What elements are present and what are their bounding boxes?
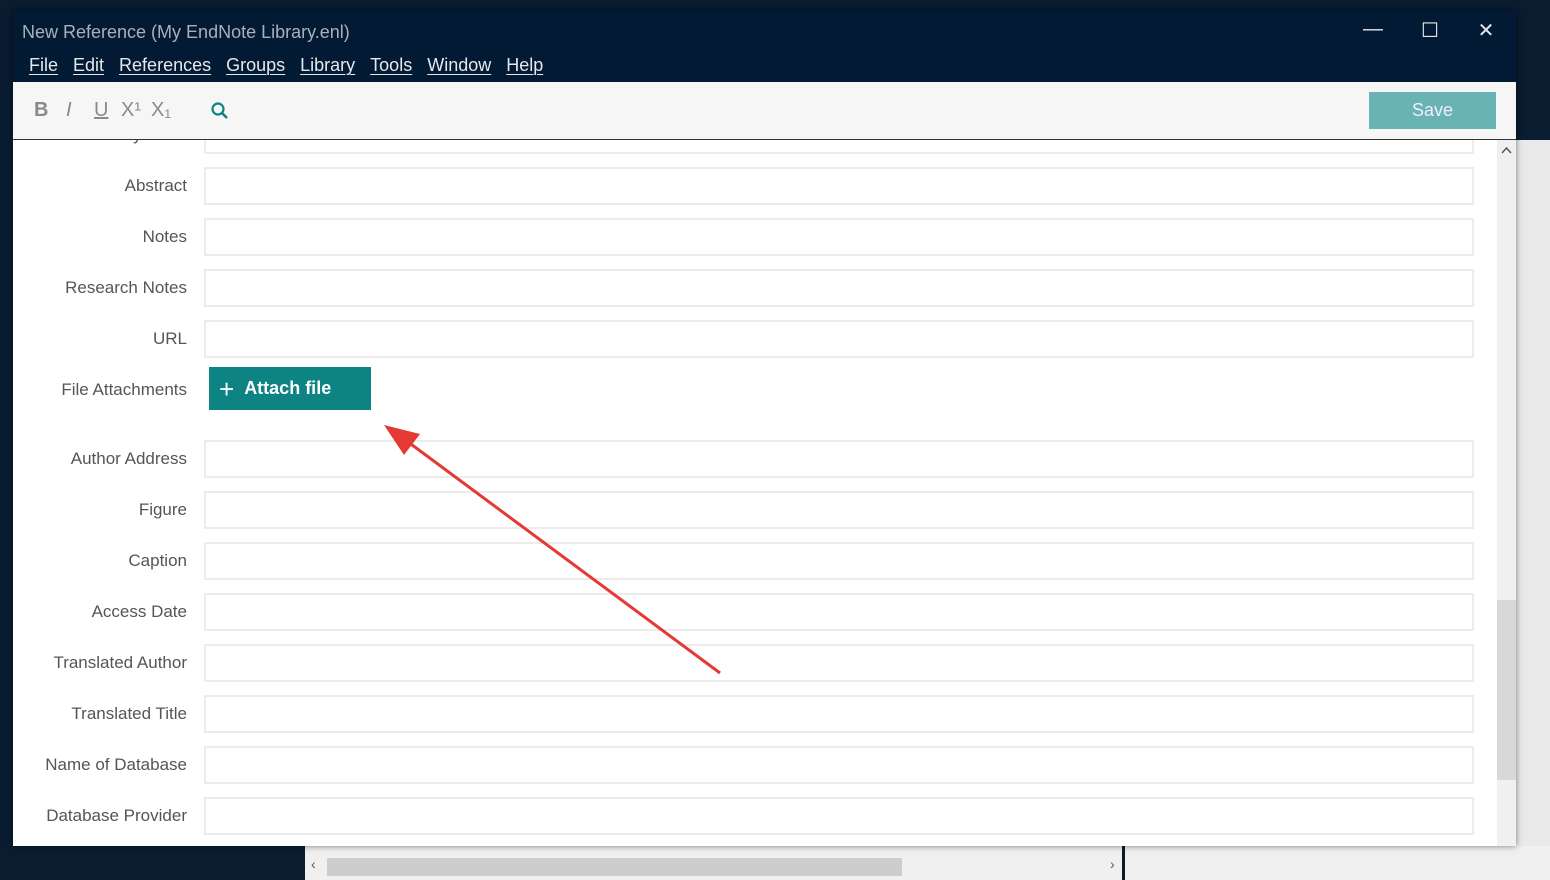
form-row: Translated Title	[13, 688, 1497, 739]
save-button[interactable]: Save	[1369, 92, 1496, 129]
form-row: URL	[13, 313, 1497, 364]
form-row: Research Notes	[13, 262, 1497, 313]
caption-field[interactable]	[204, 542, 1474, 580]
field-label: Keywords	[112, 140, 187, 145]
research-notes-field[interactable]	[204, 269, 1474, 307]
close-icon[interactable]: ✕	[1466, 18, 1506, 44]
figure-field[interactable]	[204, 491, 1474, 529]
scroll-up-icon[interactable]	[1501, 146, 1512, 154]
plus-icon: +	[219, 373, 235, 404]
field-label: Research Notes	[65, 278, 187, 297]
form-row: Access Date	[13, 586, 1497, 637]
database-provider-field[interactable]	[204, 797, 1474, 835]
window-title: New Reference (My EndNote Library.enl)	[22, 22, 350, 42]
notes-field[interactable]	[204, 218, 1474, 256]
field-label: Name of Database	[45, 755, 187, 774]
bold-button[interactable]: B	[34, 99, 48, 122]
menu-groups[interactable]: Groups	[226, 55, 285, 76]
field-label: Notes	[142, 227, 187, 246]
scroll-thumb[interactable]	[1497, 600, 1516, 780]
superscript-button[interactable]: X¹	[121, 99, 141, 122]
abstract-field[interactable]	[204, 167, 1474, 205]
name-of-database-field[interactable]	[204, 746, 1474, 784]
maximize-icon[interactable]: ☐	[1410, 18, 1450, 44]
scroll-thumb[interactable]	[327, 858, 902, 876]
field-label: File Attachments	[61, 380, 187, 399]
form-row: Caption	[13, 535, 1497, 586]
background-panel	[1516, 140, 1550, 880]
menu-file[interactable]: File	[29, 55, 58, 76]
field-label: Author Address	[70, 449, 187, 468]
field-label: Abstract	[124, 176, 187, 195]
italic-button[interactable]: I	[66, 99, 72, 122]
scroll-left-icon[interactable]: ‹	[311, 856, 316, 872]
menu-references[interactable]: References	[119, 55, 211, 76]
underline-button[interactable]: U	[94, 99, 108, 122]
subscript-button[interactable]: X₁	[151, 99, 171, 122]
translated-title-field[interactable]	[204, 695, 1474, 733]
menu-window[interactable]: Window	[427, 55, 491, 76]
minimize-icon[interactable]: —	[1353, 18, 1393, 44]
menu-help[interactable]: Help	[506, 55, 543, 76]
form-row: Notes	[13, 211, 1497, 262]
format-toolbar: B I U X¹ X₁ Save	[13, 82, 1516, 140]
menu-edit[interactable]: Edit	[73, 55, 104, 76]
form-row: Author Address	[13, 433, 1497, 484]
menu-bar: File Edit References Groups Library Tool…	[29, 55, 543, 76]
field-label: Translated Author	[53, 653, 187, 672]
field-label: Translated Title	[71, 704, 187, 723]
horizontal-scrollbar[interactable]: ‹ ›	[305, 846, 1125, 880]
translated-author-field[interactable]	[204, 644, 1474, 682]
form-row: Translated Author	[13, 637, 1497, 688]
url-field[interactable]	[204, 320, 1474, 358]
form-row: Database Provider	[13, 790, 1497, 841]
form-row: Keywords	[13, 140, 1497, 160]
reference-form: Keywords Abstract Notes Research Notes URL Fi…	[13, 140, 1497, 846]
form-row: File Attachments + Attach file	[13, 364, 1497, 433]
menu-tools[interactable]: Tools	[370, 55, 412, 76]
new-reference-dialog: New Reference (My EndNote Library.enl) F…	[13, 10, 1516, 846]
vertical-scrollbar[interactable]	[1497, 140, 1516, 846]
scroll-right-icon[interactable]: ›	[1110, 856, 1115, 872]
attach-file-button[interactable]: + Attach file	[209, 367, 371, 410]
field-label: Caption	[128, 551, 187, 570]
title-bar: New Reference (My EndNote Library.enl) F…	[13, 10, 1516, 82]
field-label: Database Provider	[46, 806, 187, 825]
search-icon[interactable]	[210, 101, 230, 121]
keywords-field[interactable]	[204, 140, 1474, 154]
field-label: Figure	[138, 500, 187, 519]
access-date-field[interactable]	[204, 593, 1474, 631]
form-row: Figure	[13, 484, 1497, 535]
form-row: Name of Database	[13, 739, 1497, 790]
menu-library[interactable]: Library	[300, 55, 355, 76]
field-label: Access Date	[91, 602, 187, 621]
form-row: Abstract	[13, 160, 1497, 211]
author-address-field[interactable]	[204, 440, 1474, 478]
field-label: URL	[152, 329, 187, 348]
attach-file-label: Attach file	[244, 378, 332, 398]
